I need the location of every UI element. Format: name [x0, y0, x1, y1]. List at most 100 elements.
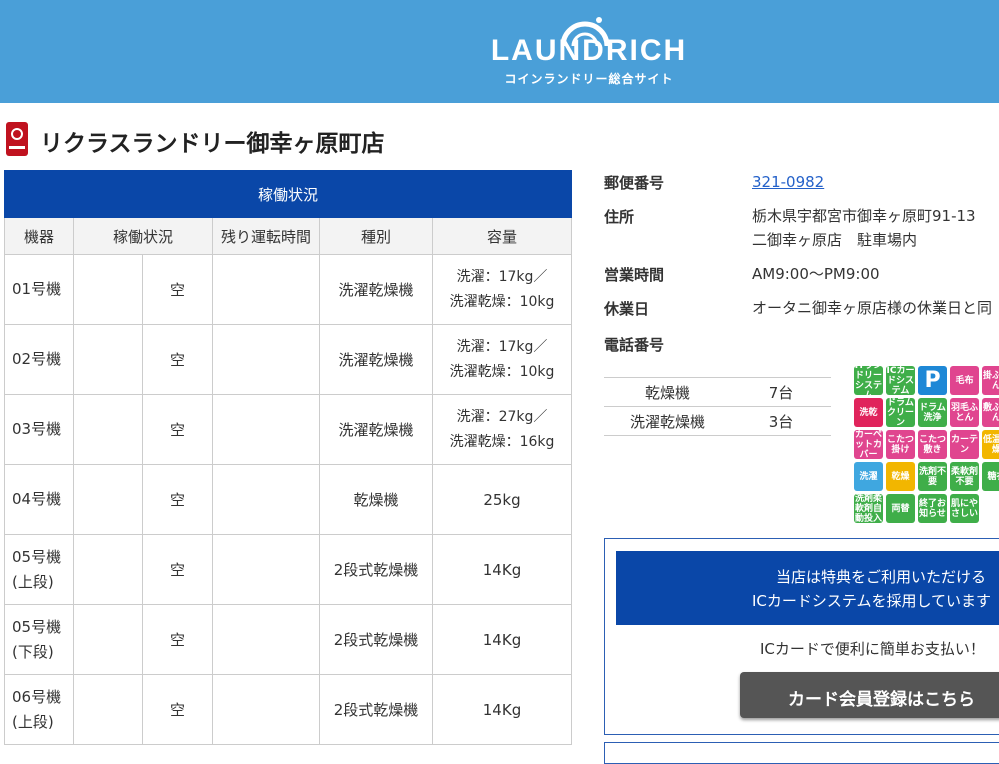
- remaining-cell: [212, 674, 320, 745]
- machine-count: 3台: [731, 406, 831, 436]
- card-register-button[interactable]: カード会員登録はこちら: [740, 672, 999, 718]
- table-row: 02号機 空 洗濯乾燥機 洗濯：17kg／ 洗濯乾燥：10kg: [4, 324, 572, 395]
- table-row: 06号機 (上段) 空 2段式乾燥機 14Kg: [4, 674, 572, 745]
- service-badge: 掛ふとん: [982, 366, 999, 395]
- capacity-line: 洗濯乾燥：16kg: [449, 433, 555, 450]
- service-badge: 敷ふとん: [982, 398, 999, 427]
- table-row: 04号機 空 乾燥機 25kg: [4, 464, 572, 535]
- type-cell: 2段式乾燥機: [319, 674, 433, 745]
- machine-type: 洗濯乾燥機: [604, 406, 731, 436]
- table-row: 05号機 (上段) 空 2段式乾燥機 14Kg: [4, 534, 572, 605]
- address-value: 栃木県宇都宮市御幸ヶ原町91-13 二御幸ヶ原店 駐車場内: [752, 204, 976, 252]
- capacity-cell: 洗濯：27kg／ 洗濯乾燥：16kg: [432, 394, 572, 465]
- next-section-box: [604, 742, 999, 764]
- service-badge: 洗剤柔軟剤自動投入: [854, 494, 883, 523]
- status-indicator-cell: [73, 534, 143, 605]
- holiday-value: オータニ御幸ヶ原店様の休業日と同: [752, 299, 993, 317]
- machine-label: 05号機: [12, 547, 62, 566]
- capacity-line: 洗濯乾燥：10kg: [449, 293, 555, 310]
- header-type: 種別: [319, 217, 433, 255]
- machine-cell: 05号機 (上段): [4, 534, 74, 605]
- status-indicator-cell: [73, 464, 143, 535]
- type-cell: 洗濯乾燥機: [319, 324, 433, 395]
- machine-cell: 03号機: [4, 394, 74, 465]
- service-badge: 洗剤不要: [918, 462, 947, 491]
- table-row: 03号機 空 洗濯乾燥機 洗濯：27kg／ 洗濯乾燥：16kg: [4, 394, 572, 465]
- service-badge: P: [918, 366, 947, 395]
- capacity-line: 洗濯乾燥：10kg: [449, 363, 555, 380]
- service-badge: 柔軟剤不要: [950, 462, 979, 491]
- address-line: 栃木県宇都宮市御幸ヶ原町91-13: [752, 207, 976, 225]
- store-name: リクラスランドリー御幸ヶ原町店: [40, 131, 385, 157]
- type-cell: 乾燥機: [319, 464, 433, 535]
- type-cell: 2段式乾燥機: [319, 534, 433, 605]
- type-cell: 洗濯乾燥機: [319, 254, 433, 325]
- table-row: 洗濯乾燥機 3台: [604, 406, 831, 436]
- site-logo[interactable]: LAUNDRICH コインランドリー総合サイト: [464, 10, 714, 94]
- service-badge: 洗乾: [854, 398, 883, 427]
- logo-text: LAUNDRICH: [490, 34, 688, 67]
- address-line: 二御幸ヶ原店 駐車場内: [752, 231, 918, 249]
- hours-label: 営業時間: [604, 266, 665, 284]
- table-row: 01号機 空 洗濯乾燥機 洗濯：17kg／ 洗濯乾燥：10kg: [4, 254, 572, 325]
- machine-position: (下段): [12, 642, 54, 661]
- capacity-line: 洗濯：17kg／: [456, 338, 548, 355]
- remaining-cell: [212, 254, 320, 325]
- service-badge: 終了お知らせ: [918, 494, 947, 523]
- capacity-cell: 14Kg: [432, 674, 572, 745]
- postal-link[interactable]: 321-0982: [752, 173, 824, 191]
- header-remaining: 残り運転時間: [212, 217, 320, 255]
- capacity-cell: 洗濯：17kg／ 洗濯乾燥：10kg: [432, 254, 572, 325]
- remaining-cell: [212, 534, 320, 605]
- capacity-cell: 14Kg: [432, 604, 572, 675]
- status-cell: 空: [142, 324, 213, 395]
- service-badge: こたつ掛け: [886, 430, 915, 459]
- machine-label: 05号機: [12, 617, 62, 636]
- ic-note: ICカードで便利に簡単お支払い！: [760, 640, 985, 658]
- ic-card-box: 当店は特典をご利用いただける ICカードシステムを採用しています ICカードで便…: [604, 538, 999, 735]
- status-table-caption: 稼働状況: [4, 170, 572, 218]
- store-marker-icon: [6, 122, 28, 156]
- machine-cell: 05号機 (下段): [4, 604, 74, 675]
- status-indicator-cell: [73, 604, 143, 675]
- service-badge: 肌にやさしい: [950, 494, 979, 523]
- remaining-cell: [212, 604, 320, 675]
- status-cell: 空: [142, 534, 213, 605]
- service-badges: ITランドリーシステムICカードシステムP毛布掛ふとん洗乾ドラムクリーンドラム洗…: [854, 366, 999, 526]
- status-indicator-cell: [73, 324, 143, 395]
- capacity-cell: 25kg: [432, 464, 572, 535]
- remaining-cell: [212, 324, 320, 395]
- machine-cell: 06号機 (上段): [4, 674, 74, 745]
- status-table: 稼働状況 機器 稼働状況 残り運転時間 種別 容量 01号機 空 洗濯乾燥機 洗…: [4, 170, 572, 745]
- status-indicator-cell: [73, 394, 143, 465]
- service-badge: ITランドリーシステム: [854, 366, 883, 395]
- table-row: 乾燥機 7台: [604, 377, 831, 407]
- status-indicator-cell: [73, 254, 143, 325]
- service-badge: 洗濯: [854, 462, 883, 491]
- service-badge: 羽毛ふとん: [950, 398, 979, 427]
- machine-label: 06号機: [12, 687, 62, 706]
- status-indicator-cell: [73, 674, 143, 745]
- capacity-line: 洗濯：17kg／: [456, 268, 548, 285]
- machine-type: 乾燥機: [604, 377, 731, 407]
- postal-value: 321-0982: [752, 170, 824, 194]
- header-machine: 機器: [4, 217, 74, 255]
- header-capacity: 容量: [432, 217, 572, 255]
- status-cell: 空: [142, 674, 213, 745]
- machine-position: (上段): [12, 572, 54, 591]
- capacity-line: 洗濯：27kg／: [456, 408, 548, 425]
- service-badge: ドラム洗浄: [918, 398, 947, 427]
- machine-count: 7台: [731, 377, 831, 407]
- remaining-cell: [212, 394, 320, 465]
- status-cell: 空: [142, 394, 213, 465]
- ic-banner: 当店は特典をご利用いただける ICカードシステムを採用しています: [616, 551, 999, 625]
- ic-banner-line: 当店は特典をご利用いただける: [776, 568, 987, 586]
- logo-subtitle: コインランドリー総合サイト: [504, 72, 674, 86]
- capacity-cell: 14Kg: [432, 534, 572, 605]
- status-cell: 空: [142, 254, 213, 325]
- capacity-cell: 洗濯：17kg／ 洗濯乾燥：10kg: [432, 324, 572, 395]
- remaining-cell: [212, 464, 320, 535]
- service-badge: 両替: [886, 494, 915, 523]
- service-badge: 低温乾燥: [982, 430, 999, 459]
- machine-cell: 02号機: [4, 324, 74, 395]
